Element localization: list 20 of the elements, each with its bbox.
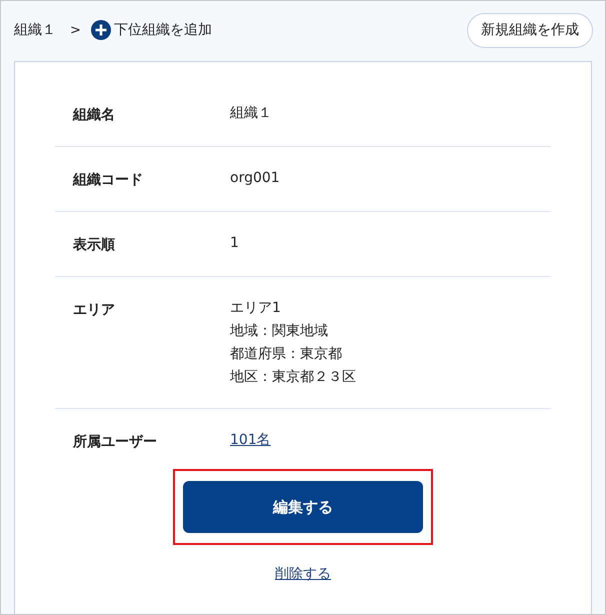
breadcrumb-separator: > bbox=[70, 22, 81, 38]
field-label: 組織名 bbox=[73, 106, 116, 124]
edit-button[interactable]: 編集する bbox=[183, 481, 423, 533]
delete-link[interactable]: 削除する bbox=[275, 565, 331, 583]
field-value: 地域：関東地域 bbox=[230, 322, 329, 340]
field-value: 1 bbox=[230, 234, 239, 252]
field-label: エリア bbox=[73, 301, 116, 320]
user-count-link[interactable]: 101名 bbox=[230, 431, 271, 449]
field-label: 組織コード bbox=[73, 171, 144, 189]
field-label: 表示順 bbox=[73, 236, 116, 254]
field-value: 組織１ bbox=[230, 104, 272, 122]
field-label: 所属ユーザー bbox=[73, 433, 158, 451]
plus-icon bbox=[90, 20, 111, 40]
create-button[interactable]: 新規組織を作成 bbox=[467, 12, 593, 48]
field-value: 都道府県：東京都 bbox=[230, 345, 343, 363]
breadcrumb-current: 組織１ bbox=[14, 21, 56, 39]
field-value: エリア1 bbox=[230, 299, 282, 317]
add-child-link[interactable]: 下位組織を追加 bbox=[90, 20, 212, 40]
field-value: org001 bbox=[230, 169, 280, 187]
field-value: 地区：東京都２３区 bbox=[230, 368, 356, 386]
